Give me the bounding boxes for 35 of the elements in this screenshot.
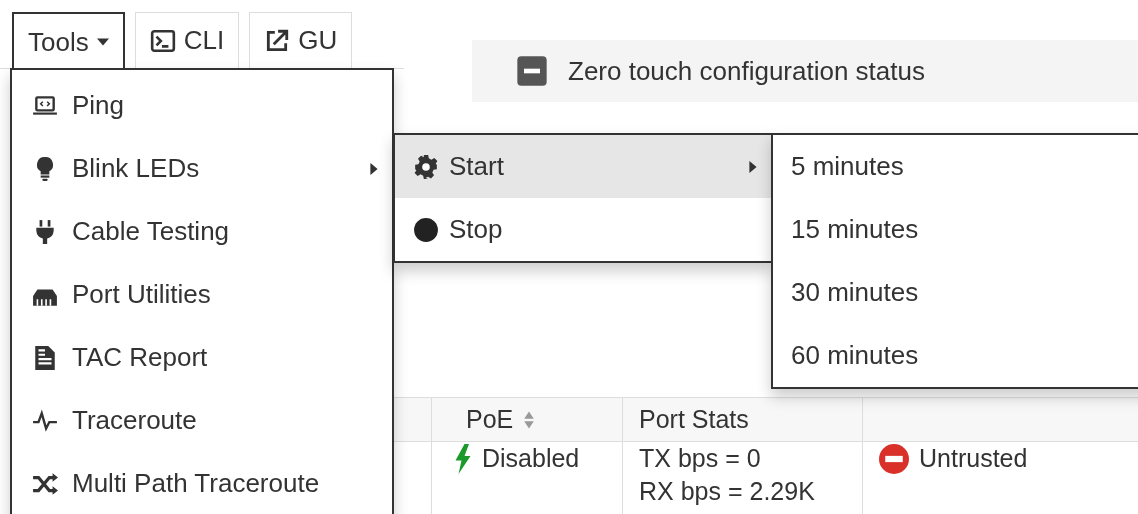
column-header[interactable]: PoE — [432, 398, 623, 441]
menu-item[interactable]: TAC Report — [12, 326, 392, 389]
submenu-arrow-icon — [749, 160, 757, 173]
menu-item[interactable]: Cable Testing — [12, 200, 392, 263]
panel-title: Zero touch configuration status — [568, 55, 925, 87]
menu-item[interactable]: Blink LEDs — [12, 137, 392, 200]
menu-item[interactable]: Port Utilities — [12, 263, 392, 326]
no-entry-icon — [879, 444, 909, 474]
menu-item[interactable]: 60 minutes — [773, 324, 1138, 387]
table-cell: RX bps = 2.29K — [639, 476, 815, 506]
caret-icon — [96, 38, 109, 46]
table-cell: Disabled — [482, 444, 580, 473]
lightning-icon — [454, 444, 472, 474]
menu-item[interactable]: Ping — [12, 74, 392, 137]
table-cell: Untrusted — [919, 444, 1028, 473]
column-header[interactable]: Port Stats — [623, 398, 863, 441]
menu-item[interactable]: Multi Path Traceroute — [12, 452, 392, 514]
circle-icon — [413, 216, 439, 243]
toolbar-button[interactable]: Tools — [12, 12, 125, 68]
table-cell: TX bps = 0 — [639, 444, 761, 473]
sort-icon — [523, 409, 536, 430]
toolbar-button[interactable]: GU — [249, 12, 353, 68]
terminal-icon — [149, 27, 176, 54]
menu-item[interactable]: 30 minutes — [773, 261, 1138, 324]
external-link-icon — [264, 27, 291, 54]
gear-icon — [413, 153, 439, 180]
menu-item[interactable]: Stop — [395, 198, 771, 261]
toolbar-button[interactable]: CLI — [134, 12, 240, 68]
menu-item[interactable]: 15 minutes — [773, 198, 1138, 261]
menu-item[interactable]: Start — [395, 135, 771, 198]
menu-item[interactable]: Traceroute — [12, 389, 392, 452]
collapse-icon[interactable] — [516, 55, 548, 87]
document-icon — [32, 344, 58, 371]
menu-item[interactable]: 5 minutes — [773, 135, 1138, 198]
submenu-arrow-icon — [370, 162, 378, 175]
